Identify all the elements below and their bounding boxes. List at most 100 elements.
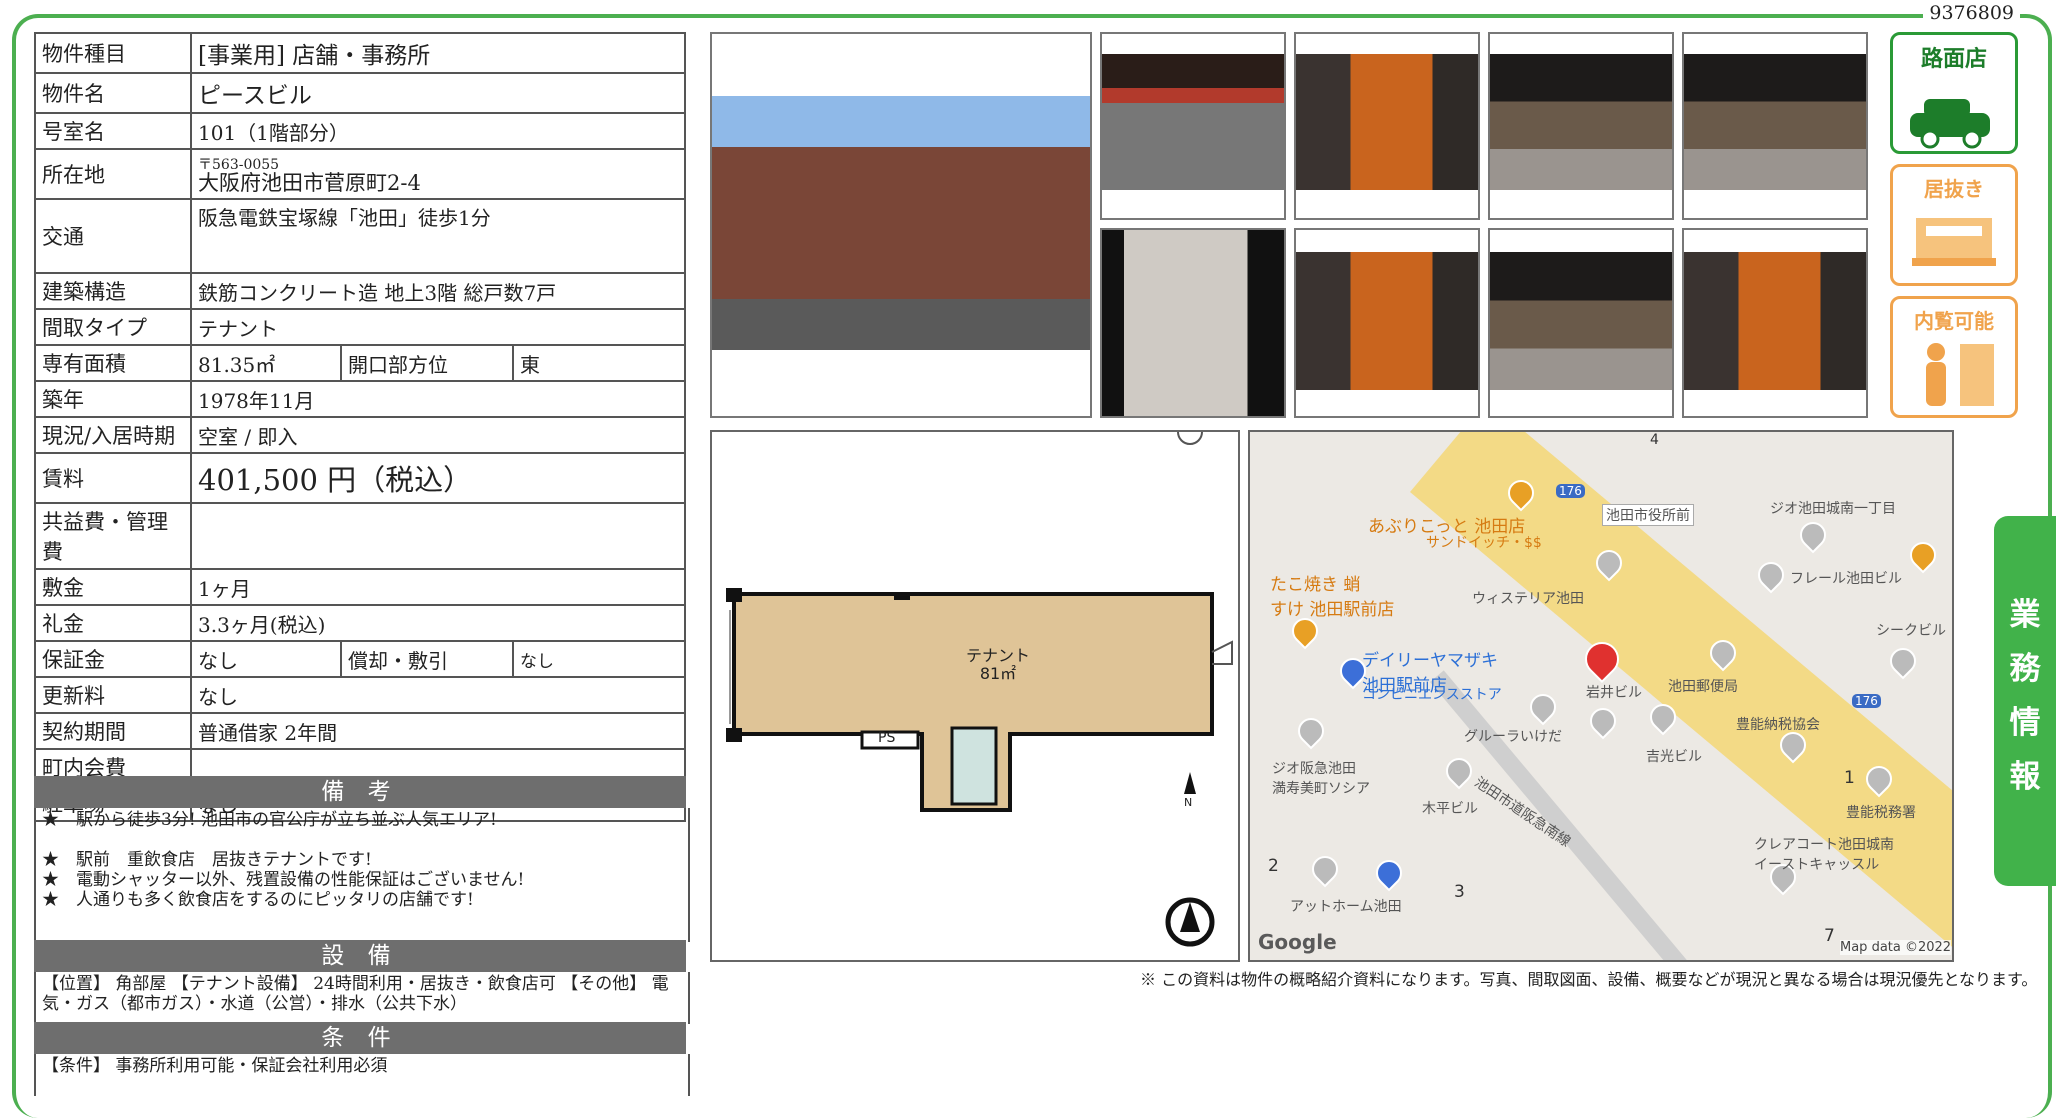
room-name: テナント [965, 646, 1030, 665]
built-label: 築年 [34, 380, 192, 418]
guarantee-value: なし [190, 640, 342, 678]
map-label: シークビル [1876, 623, 1946, 639]
car-icon [1910, 99, 1990, 149]
place-pin-icon[interactable] [1306, 850, 1344, 888]
room-area: 81㎡ [979, 664, 1017, 683]
deposit-label: 敷金 [34, 568, 192, 606]
amortization-label: 償却・敷引 [340, 640, 514, 678]
interior-photo[interactable] [1682, 32, 1868, 220]
place-pin-icon[interactable] [1752, 556, 1790, 594]
map-label: ジオ池田城南一丁目 [1770, 501, 1896, 517]
interior-photo[interactable] [1488, 228, 1674, 418]
floor-plan-drawing [726, 419, 1233, 947]
contract-label: 契約期間 [34, 712, 192, 750]
toilet-photo[interactable] [1100, 228, 1286, 418]
street-front-badge: 路面店 [1890, 32, 2018, 154]
type-value: [事業用] 店舗・事務所 [190, 32, 686, 74]
map-label: アットホーム池田 [1290, 899, 1402, 915]
facilities-header: 設 備 [34, 940, 686, 972]
guarantee-label: 保証金 [34, 640, 192, 678]
map-label: 1 [1844, 768, 1855, 788]
access-value: 阪急電鉄宝塚線「池田」徒歩1分 [190, 198, 686, 274]
side-tab-char: 報 [2009, 759, 2041, 795]
remarks-body: ★ 駅から徒歩3分! 池田市の官公庁が立ち並ぶ人気エリア! ★ 駅前 重飲食店 … [34, 808, 690, 942]
street-front-label: 路面店 [1920, 47, 1987, 72]
property-spec-table: 物件種目 [事業用] 店舗・事務所 物件名 ピースビル 号室名 101（1階部分） 所… [34, 32, 686, 822]
counter-photo[interactable] [1294, 228, 1480, 418]
map-attribution: Map data ©2022 [1840, 940, 1952, 955]
interior-photo[interactable] [1682, 228, 1868, 418]
map-label: コンビニエンスストア [1362, 687, 1502, 703]
map-label: 4 [1650, 432, 1659, 448]
map-label: 木平ビル [1422, 801, 1478, 817]
rent-value: 401,500 円（税込） [190, 452, 686, 504]
map-label: 岩井ビル [1586, 685, 1642, 701]
map-label: 豊能納税協会 [1736, 717, 1820, 733]
structure-label: 建築構造 [34, 272, 192, 310]
map-label: フレール池田ビル [1790, 571, 1902, 587]
opening-label: 開口部方位 [340, 344, 514, 382]
map-label: クレアコート池田城南 イーストキャッスル [1754, 837, 1894, 873]
shop-counter-icon [1912, 218, 1996, 266]
built-value: 1978年11月 [190, 380, 686, 418]
remark-line: ★ 駅から徒歩3分! 池田市の官公庁が立ち並ぶ人気エリア! [42, 810, 497, 830]
interior-photo[interactable] [1488, 32, 1674, 220]
map-label: 吉光ビル [1646, 749, 1702, 765]
floor-plan[interactable]: テナント 81㎡ PS N [710, 419, 1240, 962]
conditions-text: 【条件】 事務所利用可能・保証会社利用必須 [34, 1054, 690, 1096]
deposit-value: 1ヶ月 [190, 568, 686, 606]
google-logo: Google [1258, 930, 1337, 954]
contract-value: 普通借家 2年間 [190, 712, 686, 750]
access-label: 交通 [34, 198, 192, 274]
map-label: 池田郵便局 [1668, 679, 1738, 695]
disclaimer-text: ※ この資料は物件の概略紹介資料になります。写真、間取図面、設備、概要などが現況… [1140, 970, 2038, 989]
place-pin-icon[interactable] [1524, 688, 1562, 726]
restaurant-pin-icon[interactable] [1904, 536, 1942, 574]
ps-label: PS [878, 730, 896, 746]
side-tab-char: 情 [2009, 705, 2041, 741]
map-label: 2 [1268, 856, 1279, 876]
opening-value: 東 [512, 344, 686, 382]
location-map[interactable]: あぶりこっと 池田店 サンドイッチ・$$ たこ焼き 蛸 すけ 池田駅前店 デイリ… [1248, 430, 1954, 962]
viewing-label: 内覧可能 [1914, 309, 1994, 333]
place-pin-icon[interactable] [1884, 642, 1922, 680]
place-pin-icon[interactable] [1292, 712, 1330, 750]
room-label: テナント 81㎡ [938, 647, 1058, 683]
map-label: 7 [1824, 926, 1835, 946]
renewal-label: 更新料 [34, 676, 192, 714]
rent-label: 賃料 [34, 452, 192, 504]
interior-photo[interactable] [1294, 32, 1480, 220]
building-exterior-photo[interactable] [710, 32, 1092, 418]
place-pin-icon[interactable] [1440, 752, 1478, 790]
document-number: 9376809 [1923, 2, 2020, 24]
area-label: 専有面積 [34, 344, 192, 382]
amortization-value: なし [512, 640, 686, 678]
address-value: 大阪府池田市菅原町2-4 [198, 171, 421, 195]
place-pin-icon[interactable] [1584, 702, 1622, 740]
room-value: 101（1階部分） [190, 112, 686, 150]
remark-line: ★ 人通りも多く飲食店をするのにピッタリの店舗です! [42, 890, 474, 910]
map-label: ジオ阪急池田 満寿美町ソシア [1272, 761, 1370, 797]
viewing-badge: 内覧可能 [1890, 296, 2018, 418]
type-label: 物件種目 [34, 32, 192, 74]
parking-pin-icon[interactable] [1370, 854, 1408, 892]
remarks-header: 備 考 [34, 776, 686, 808]
remark-line [42, 830, 682, 850]
map-label: 3 [1454, 882, 1465, 902]
facilities-text: 【位置】 角部屋 【テナント設備】 24時間利用・居抜き・飲食店可 【その他】 … [34, 972, 690, 1024]
map-label: たこ焼き 蛸 すけ 池田駅前店 [1270, 575, 1395, 620]
status-label: 現況/入居時期 [34, 416, 192, 454]
key-money-label: 礼金 [34, 604, 192, 642]
fee-value [190, 502, 686, 570]
structure-value: 鉄筋コンクリート造 地上3階 総戸数7戸 [190, 272, 686, 310]
remark-line: ★ 駅前 重飲食店 居抜きテナントです! [42, 850, 372, 870]
storefront-shutter-photo[interactable] [1100, 32, 1286, 220]
renewal-value: なし [190, 676, 686, 714]
map-label: グルーラいけだ [1464, 729, 1562, 745]
name-value: ピースビル [190, 72, 686, 114]
room-label: 号室名 [34, 112, 192, 150]
business-info-tab[interactable]: 業 務 情 報 [1994, 516, 2056, 886]
place-pin-icon[interactable] [1794, 516, 1832, 554]
inuki-badge: 居抜き [1890, 164, 2018, 286]
route-shield: 176 [1556, 484, 1585, 498]
